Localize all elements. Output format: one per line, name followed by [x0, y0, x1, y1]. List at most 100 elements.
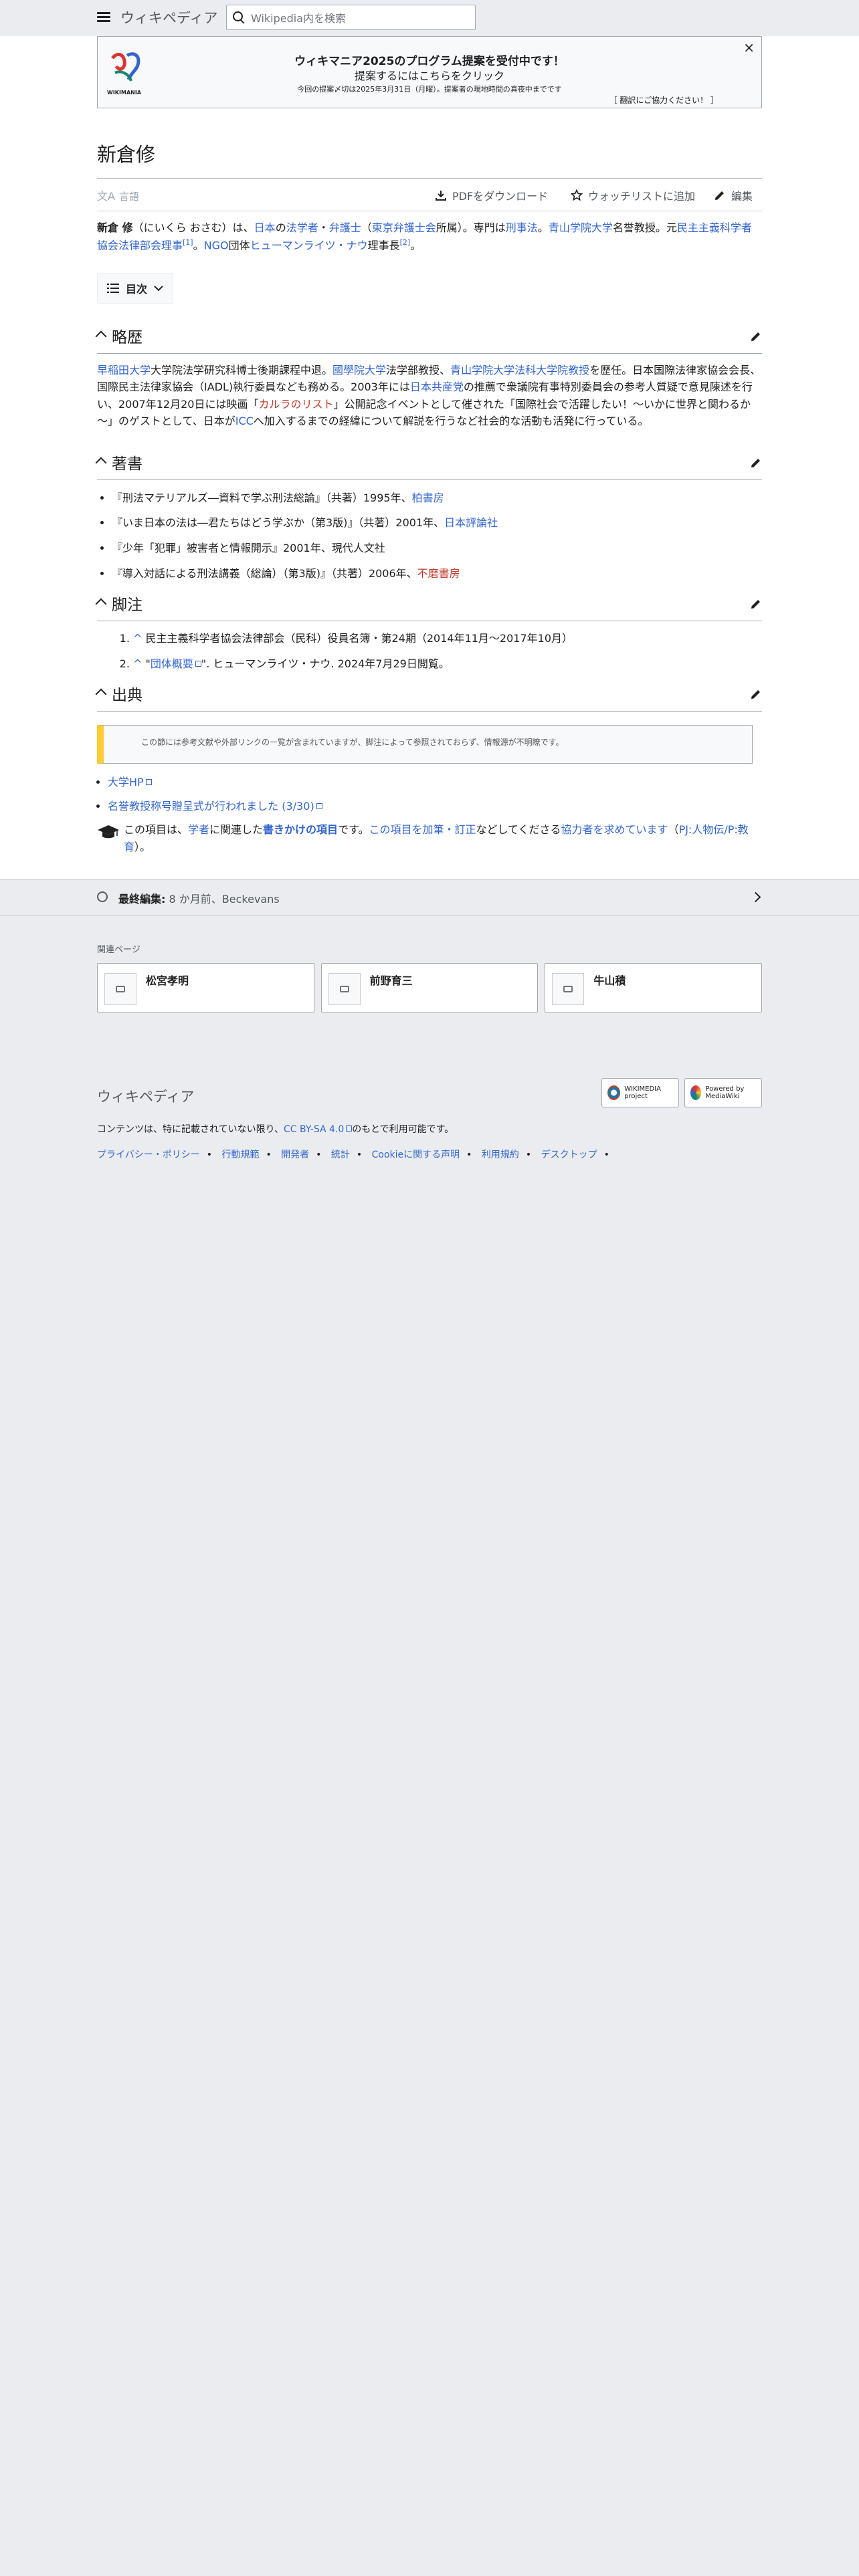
- ref-link-1[interactable]: [1]: [183, 238, 193, 247]
- footer-link-privacy[interactable]: プライバシー・ポリシー: [97, 1150, 200, 1160]
- related-page-card[interactable]: 前野育三: [320, 963, 539, 1013]
- separator: •: [356, 1150, 363, 1161]
- link-ngo[interactable]: NGO: [204, 239, 229, 251]
- edit-button[interactable]: 編集: [714, 187, 753, 203]
- career-paragraph: 早稲田大学大学院法学研究科博士後期課程中退。國學院大学法学部教授、青山学院大学法…: [97, 362, 762, 430]
- toc-button[interactable]: 目次: [97, 272, 174, 304]
- reference-item: ^ "団体概要 ". ヒューマンライツ・ナウ. 2024年7月29日閲覧。: [133, 655, 762, 671]
- star-icon: [571, 189, 583, 201]
- external-link[interactable]: 大学HP: [108, 776, 144, 788]
- backlink-caret[interactable]: ^: [133, 632, 142, 645]
- translate-icon: 文A: [97, 190, 115, 203]
- footer-link-conduct[interactable]: 行動規範: [221, 1150, 259, 1160]
- image-placeholder-icon: [104, 973, 136, 1006]
- link-icc[interactable]: ICC: [235, 415, 254, 427]
- last-edited-label: 最終編集:: [118, 893, 166, 906]
- stub-text: です。: [338, 823, 369, 837]
- link-scholar[interactable]: 学者: [188, 823, 209, 836]
- link-stub[interactable]: 書きかけの項目: [263, 823, 338, 836]
- footer-link-desktop[interactable]: デスクトップ: [541, 1150, 597, 1160]
- mediawiki-badge[interactable]: Powered by MediaWiki: [684, 1078, 762, 1108]
- collapse-chevron-icon[interactable]: [95, 598, 107, 610]
- pencil-icon[interactable]: [750, 688, 762, 700]
- link-tokyo-bar[interactable]: 東京弁護士会: [372, 221, 436, 234]
- last-edited-text: 最終編集: 8 か月前、Beckevans: [118, 890, 280, 906]
- link-waseda[interactable]: 早稲田大学: [97, 364, 151, 377]
- related-page-card[interactable]: 牛山積: [545, 963, 763, 1013]
- link-contributors[interactable]: 協力者を求めています: [561, 823, 668, 836]
- separator: •: [316, 1150, 322, 1161]
- site-logo[interactable]: ウィキペディア: [120, 7, 218, 27]
- section-header-works[interactable]: 著書: [95, 449, 762, 480]
- section-header-career[interactable]: 略歴: [95, 322, 762, 354]
- collapse-chevron-icon[interactable]: [95, 457, 107, 469]
- page-title: 新倉修: [97, 108, 762, 179]
- list-item: 『刑法マテリアルズ―資料で学ぶ刑法総論』（共著）1995年、柏書房: [112, 490, 762, 507]
- career-text: へ加入するまでの経緯について解説を行うなど社会的な活動も活発に行っている。: [253, 415, 649, 428]
- last-edited-user[interactable]: Beckevans: [222, 893, 280, 905]
- backlink-caret[interactable]: ^: [133, 657, 142, 670]
- search-icon: [233, 11, 243, 21]
- link-aoyama-law[interactable]: 青山学院大学法科大学院教授: [450, 364, 589, 377]
- lead-text: ・: [318, 221, 329, 234]
- related-page-title: 牛山積: [593, 974, 626, 988]
- wikimania-banner[interactable]: WIKIMANIA ウィキマニア2025のプログラム提案を受付中です！ 提案する…: [97, 36, 762, 108]
- link-expand[interactable]: この項目を加筆・訂正: [369, 823, 476, 836]
- link-aoyama[interactable]: 青山学院大学: [549, 221, 613, 234]
- link-japan[interactable]: 日本: [254, 221, 276, 234]
- footer-link-terms[interactable]: 利用規約: [482, 1150, 519, 1160]
- page-toolbar: 文A 言語 PDFをダウンロード ウォッチリストに追加 編集: [97, 179, 762, 211]
- collapse-chevron-icon[interactable]: [95, 688, 107, 700]
- link-kokugakuin[interactable]: 國學院大学: [332, 364, 386, 377]
- pencil-icon[interactable]: [750, 598, 762, 610]
- close-icon[interactable]: ×: [743, 39, 755, 56]
- banner-subtitle[interactable]: 提案するにはこちらをクリック: [98, 67, 761, 83]
- pencil-icon[interactable]: [750, 457, 762, 469]
- last-edited-bar[interactable]: 最終編集: 8 か月前、Beckevans: [0, 879, 859, 916]
- main-menu-icon[interactable]: [97, 10, 110, 23]
- separator: •: [206, 1150, 212, 1161]
- publisher-link[interactable]: 柏書房: [412, 492, 444, 504]
- external-link-icon: [346, 1125, 353, 1132]
- search-input[interactable]: [250, 5, 466, 31]
- pencil-icon[interactable]: [750, 330, 762, 342]
- related-page-card[interactable]: 松宮孝明: [97, 963, 314, 1013]
- language-button[interactable]: 文A 言語: [97, 187, 139, 203]
- publisher-link[interactable]: 不磨書房: [417, 567, 460, 580]
- section-header-notes[interactable]: 脚注: [95, 590, 762, 622]
- external-link[interactable]: 名誉教授称号贈呈式が行われました (3/30): [108, 800, 314, 813]
- footer-link-developers[interactable]: 開発者: [281, 1150, 309, 1160]
- reference-link[interactable]: 団体概要: [151, 657, 193, 670]
- section-header-sources[interactable]: 出典: [95, 680, 762, 712]
- list-item: 『少年「犯罪」被害者と情報開示』2001年、現代人文社: [112, 540, 762, 557]
- badge-text: WIKIMEDIA project: [624, 1085, 661, 1101]
- watchlist-button[interactable]: ウォッチリストに追加: [571, 187, 695, 203]
- link-lawyer[interactable]: 弁護士: [329, 221, 361, 234]
- pdf-download-button[interactable]: PDFをダウンロード: [435, 187, 548, 203]
- publisher-link[interactable]: 日本評論社: [444, 516, 498, 529]
- link-karla-list[interactable]: カルラのリスト: [258, 398, 333, 411]
- chevron-down-icon: [154, 285, 163, 291]
- link-jcp[interactable]: 日本共産党: [410, 381, 464, 393]
- download-icon: [436, 191, 446, 201]
- wikimedia-badge[interactable]: WIKIMEDIA project: [601, 1078, 679, 1108]
- license-link[interactable]: CC BY-SA 4.0: [284, 1124, 344, 1135]
- chevron-right-icon[interactable]: [750, 892, 761, 903]
- link-criminal-law[interactable]: 刑事法: [506, 221, 538, 234]
- footer-link-cookies[interactable]: Cookieに関する声明: [372, 1150, 460, 1160]
- link-hrn[interactable]: ヒューマンライツ・ナウ: [250, 239, 368, 251]
- footer-link-stats[interactable]: 統計: [331, 1150, 350, 1160]
- link-jurist[interactable]: 法学者: [286, 221, 318, 234]
- stub-text: ）。: [134, 840, 151, 853]
- toc-label: 目次: [126, 282, 148, 296]
- watchlist-label: ウォッチリストに追加: [588, 190, 696, 203]
- section-title: 脚注: [112, 597, 142, 615]
- section-title: 著書: [112, 455, 142, 473]
- separator: •: [603, 1150, 609, 1161]
- banner-translate-link[interactable]: ［ 翻訳にご協力ください！ ］: [609, 94, 719, 106]
- search-box[interactable]: [226, 5, 476, 31]
- ref-link-2[interactable]: [2]: [400, 238, 411, 247]
- history-icon: [97, 891, 108, 903]
- collapse-chevron-icon[interactable]: [95, 330, 107, 342]
- stub-text: この項目は、: [124, 823, 189, 837]
